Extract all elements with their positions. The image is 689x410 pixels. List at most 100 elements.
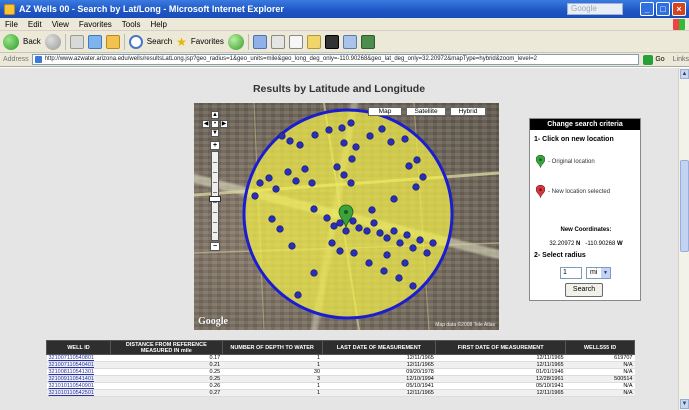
- zoom-in-icon[interactable]: +: [210, 141, 220, 150]
- maximize-button[interactable]: □: [656, 2, 670, 16]
- map-overlay: [194, 103, 499, 330]
- cell-last-date: 09/20/1978: [322, 368, 436, 376]
- back-icon[interactable]: [3, 33, 19, 50]
- coords-value: 32.20972 N -110.90268 W: [530, 241, 642, 247]
- col-last-date[interactable]: LAST DATE OF MEASUREMENT: [321, 340, 437, 355]
- col-well-id[interactable]: WELL ID: [46, 340, 111, 355]
- menu-file[interactable]: File: [5, 20, 18, 29]
- well-id-link[interactable]: 321010110540901: [46, 382, 111, 390]
- cell-first-date: 12/11/1965: [435, 361, 566, 369]
- unit-select[interactable]: mi ▼: [586, 267, 611, 279]
- messenger-icon[interactable]: [324, 34, 339, 49]
- home-icon[interactable]: [105, 34, 120, 49]
- mail-icon[interactable]: [270, 34, 285, 49]
- table-row: 321010110540901 0.26 1 05/10/1941 05/10/…: [46, 382, 635, 390]
- col-depth-count[interactable]: NUMBER OF DEPTH TO WATER: [221, 340, 323, 355]
- favorites-button[interactable]: Favorites: [191, 37, 224, 46]
- map-type-hybrid-button[interactable]: Hybrid: [450, 107, 486, 116]
- map-type-map-button[interactable]: Map: [368, 107, 402, 116]
- cell-first-date: 12/11/1965: [435, 389, 566, 397]
- well-id-link[interactable]: 321008110541301: [46, 368, 111, 376]
- table-row: 321007110540401 0.21 1 12/11/1965 12/11/…: [46, 361, 635, 369]
- map-zoom-control: ▲ ◀ • ▶ ▼ + −: [202, 111, 228, 251]
- well-id-link[interactable]: 321007110540801: [46, 354, 111, 362]
- well-id-link[interactable]: 321007110540401: [46, 361, 111, 369]
- zoom-out-icon[interactable]: −: [210, 242, 220, 251]
- cell-first-date: 12/11/1965: [435, 354, 566, 362]
- ie-icon: [4, 3, 15, 15]
- pan-down-icon[interactable]: ▼: [211, 129, 219, 137]
- cell-distance: 0.25: [110, 375, 223, 383]
- cell-wells55-id: N/A: [565, 361, 635, 369]
- chevron-down-icon[interactable]: ▼: [601, 268, 610, 278]
- tools-icon[interactable]: [360, 34, 375, 49]
- green-pin-icon: [536, 155, 545, 168]
- refresh-icon[interactable]: [87, 34, 102, 49]
- google-logo: Google: [198, 316, 228, 327]
- forward-icon[interactable]: [44, 33, 61, 50]
- close-button[interactable]: ×: [672, 2, 686, 16]
- scrollbar-thumb[interactable]: [680, 160, 689, 252]
- minimize-button[interactable]: _: [640, 2, 654, 16]
- window-controls: _ □ ×: [640, 2, 686, 16]
- zoom-slider-handle[interactable]: [209, 196, 221, 202]
- toolbar-separator: [64, 33, 66, 50]
- back-button[interactable]: Back: [23, 37, 41, 46]
- links-button[interactable]: Links: [673, 56, 689, 63]
- zoom-slider[interactable]: [209, 151, 221, 241]
- google-toolbar-search[interactable]: Google: [567, 3, 623, 15]
- well-id-link[interactable]: 321010110542501: [46, 389, 111, 397]
- menu-bar: File Edit View Favorites Tools Help: [0, 18, 689, 31]
- legend-new: - New location selected: [536, 185, 610, 198]
- favorites-star-icon[interactable]: ★: [176, 36, 187, 48]
- menu-edit[interactable]: Edit: [28, 20, 42, 29]
- table-row: 321009110541401 0.25 3 12/10/1994 12/28/…: [46, 375, 635, 383]
- cell-wells55-id: N/A: [565, 382, 635, 390]
- pan-center-icon[interactable]: •: [211, 120, 219, 128]
- cell-distance: 0.27: [110, 389, 223, 397]
- go-button[interactable]: Go: [643, 54, 665, 65]
- research-icon[interactable]: [342, 34, 357, 49]
- search-button[interactable]: Search: [147, 37, 172, 46]
- legend-new-label: - New location selected: [548, 188, 611, 195]
- vertical-scrollbar[interactable]: ▲ ▼: [678, 68, 689, 410]
- menu-help[interactable]: Help: [150, 20, 166, 29]
- toolbar: Back Search ★ Favorites: [0, 31, 689, 53]
- search-button[interactable]: Search: [565, 283, 603, 297]
- legend-original-label: - Original location: [548, 158, 595, 165]
- print-icon[interactable]: [288, 34, 303, 49]
- pan-left-icon[interactable]: ◀: [202, 120, 210, 128]
- col-wells55-id[interactable]: WELLS55 ID: [565, 340, 635, 355]
- folder-icon[interactable]: [306, 34, 321, 49]
- menu-view[interactable]: View: [52, 20, 69, 29]
- panel-header: Change search criteria: [530, 119, 640, 130]
- media-icon[interactable]: [227, 33, 244, 50]
- scroll-down-icon[interactable]: ▼: [680, 399, 689, 409]
- cell-wells55-id: 619707: [565, 354, 635, 362]
- pan-right-icon[interactable]: ▶: [220, 120, 228, 128]
- scroll-up-icon[interactable]: ▲: [680, 69, 689, 79]
- search-criteria-panel: Change search criteria 1- Click on new l…: [529, 118, 641, 301]
- step1-label: 1- Click on new location: [534, 136, 614, 143]
- page-title: Results by Latitude and Longitude: [252, 83, 426, 95]
- coords-label: New Coordinates:: [560, 227, 612, 233]
- cell-depth-count: 1: [222, 361, 323, 369]
- go-label: Go: [655, 56, 665, 63]
- col-distance[interactable]: DISTANCE FROM REFERENCE MEASURED IN mile: [109, 340, 223, 355]
- col-first-date[interactable]: FIRST DATE OF MEASUREMENT: [435, 340, 567, 355]
- pan-up-icon[interactable]: ▲: [211, 111, 219, 119]
- cell-last-date: 12/11/1965: [322, 389, 436, 397]
- address-input[interactable]: http://www.azwater.arizona.edu/wells/res…: [31, 54, 640, 65]
- menu-tools[interactable]: Tools: [122, 20, 141, 29]
- cell-distance: 0.25: [110, 368, 223, 376]
- well-id-link[interactable]: 321009110541401: [46, 375, 111, 383]
- radius-input[interactable]: 1: [560, 267, 582, 279]
- map-type-satellite-button[interactable]: Satellite: [406, 107, 446, 116]
- stop-icon[interactable]: [69, 34, 84, 49]
- lat-value: 32.20972: [549, 241, 575, 247]
- google-map[interactable]: Map Satellite Hybrid ▲ ◀ • ▶ ▼ + − Googl…: [194, 103, 499, 330]
- menu-favorites[interactable]: Favorites: [79, 20, 112, 29]
- search-icon[interactable]: [128, 34, 143, 49]
- history-icon[interactable]: [252, 34, 267, 49]
- legend-original: - Original location: [536, 155, 595, 168]
